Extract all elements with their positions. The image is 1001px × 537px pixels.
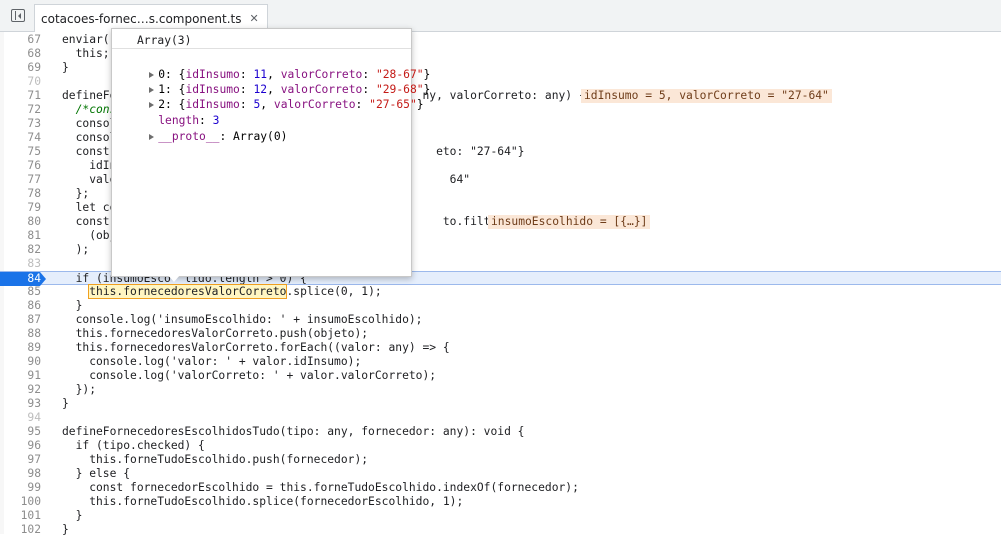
popover-title: Array(3) [112,32,411,49]
code-text: } [62,397,69,410]
line-number[interactable]: 70 [0,75,41,89]
code-text: console.log('insumoEscolhido: ' + insumo… [62,313,423,326]
code-text: this.forneTudoEscolhido.push(fornecedor)… [62,453,369,466]
popover-pointer [168,275,180,282]
inline-value-badge: idInsumo = 5, valorCorreto = "27-64" [581,89,832,103]
code-line[interactable]: 85 this.fornecedoresValorCorreto.splice(… [0,284,1001,299]
line-number[interactable]: 79 [0,201,41,215]
code-text: } [62,509,83,522]
line-number[interactable]: 87 [0,313,41,327]
code-text: idIn [62,159,117,172]
line-number[interactable]: 69 [0,61,41,75]
code-text: enviar() [62,33,117,46]
array-item-1[interactable]: 1: {idInsumo: 12, valorCorreto: "29-68"} [122,69,430,96]
line-number[interactable]: 90 [0,355,41,369]
line-number[interactable]: 97 [0,453,41,467]
line-number[interactable]: 76 [0,159,41,173]
line-number[interactable]: 78 [0,187,41,201]
inline-value-badge: insumoEscolhido = [{…}] [488,215,651,229]
line-number[interactable]: 88 [0,327,41,341]
tab-filename: cotacoes-fornec…s.component.ts [41,11,242,26]
code-text: defineFornecedoresEscolhidosTudo(tipo: a… [62,425,525,438]
navigator-toggle-icon[interactable] [11,9,25,22]
code-text: } [62,61,69,74]
code-line[interactable]: 98 } else { [0,467,1001,481]
code-line[interactable]: 101 } [0,509,1001,523]
line-number[interactable]: 68 [0,47,41,61]
close-icon[interactable]: ✕ [250,12,259,25]
code-line[interactable]: 91 console.log('valorCorreto: ' + valor.… [0,369,1001,383]
code-text: this; [62,47,110,60]
code-text: ); [62,243,90,256]
code-line[interactable]: 87 console.log('insumoEscolhido: ' + ins… [0,313,1001,327]
code-line[interactable]: 86 } [0,299,1001,313]
breakpoint-marker[interactable]: 84 [0,272,46,286]
line-number[interactable]: 86 [0,299,41,313]
line-number[interactable]: 75 [0,145,41,159]
line-number[interactable]: 71 [0,89,41,103]
line-number[interactable]: 83 [0,257,41,271]
code-line[interactable]: 96 if (tipo.checked) { [0,439,1001,453]
code-text: this.fornecedoresValorCorreto.push(objet… [62,327,369,340]
code-text: let co [62,201,117,214]
code-text: }; [62,187,90,200]
code-line[interactable]: 88 this.fornecedoresValorCorreto.push(ob… [0,327,1001,341]
line-number[interactable]: 89 [0,341,41,355]
code-line[interactable]: 89 this.fornecedoresValorCorreto.forEach… [0,341,1001,355]
code-line[interactable]: 100 this.forneTudoEscolhido.splice(forne… [0,495,1001,509]
code-line[interactable]: 95 defineFornecedoresEscolhidosTudo(tipo:… [0,425,1001,439]
code-text: this.fornecedoresValorCorreto.splice(0, … [88,284,382,299]
code-text: consol [62,117,117,130]
code-text: } [62,299,83,312]
code-text: if (tipo.checked) { [62,439,205,452]
line-number[interactable]: 100 [0,495,41,509]
code-line[interactable]: 102} [0,523,1001,537]
code-text: }); [62,383,97,396]
code-text: this.forneTudoEscolhido.splice(fornecedo… [62,495,464,508]
line-number[interactable]: 74 [0,131,41,145]
line-number[interactable]: 92 [0,383,41,397]
expand-triangle-icon[interactable] [149,134,155,140]
line-number[interactable]: 99 [0,481,41,495]
line-number[interactable]: 96 [0,439,41,453]
array-item-0[interactable]: 0: {idInsumo: 11, valorCorreto: "28-67"} [122,54,430,81]
line-number[interactable]: 77 [0,173,41,187]
code-text: consol [62,131,117,144]
line-number[interactable]: 82 [0,243,41,257]
line-number[interactable]: 101 [0,509,41,523]
array-length: length: 3 [158,114,220,127]
line-number[interactable]: 67 [0,33,41,47]
code-text: /*cons [62,103,117,116]
line-number[interactable]: 80 [0,215,41,229]
code-text: console.log('valor: ' + valor.idInsumo); [62,355,362,368]
line-number[interactable]: 81 [0,229,41,243]
code-line[interactable]: 93} [0,397,1001,411]
line-number[interactable]: 91 [0,369,41,383]
line-number[interactable]: 102 [0,523,41,537]
code-line[interactable]: 99 const fornecedorEscolhido = this.forn… [0,481,1001,495]
code-text: (obj [62,229,117,242]
code-text: console.log('valorCorreto: ' + valor.val… [62,369,437,382]
code-text: this.fornecedoresValorCorreto.forEach((v… [62,341,450,354]
line-number[interactable]: 95 [0,425,41,439]
line-number[interactable]: 98 [0,467,41,481]
code-line[interactable]: 97 this.forneTudoEscolhido.push(forneced… [0,453,1001,467]
code-line[interactable]: 90 console.log('valor: ' + valor.idInsum… [0,355,1001,369]
array-item-2[interactable]: 2: {idInsumo: 5, valorCorreto: "27-65"} [122,84,424,111]
line-number[interactable]: 85 [0,285,41,299]
line-number[interactable]: 93 [0,397,41,411]
line-number[interactable]: 73 [0,117,41,131]
object-preview-popover: Array(3) 0: {idInsumo: 11, valorCorreto:… [111,28,430,277]
code-text: } [62,523,69,536]
line-number[interactable]: 72 [0,103,41,117]
hovered-expression[interactable]: this.fornecedoresValorCorreto [88,284,288,299]
code-line[interactable]: 94 [0,411,1001,425]
code-text: } else { [62,467,131,480]
array-proto[interactable]: __proto__: Array(0) [122,116,287,143]
code-line[interactable]: 92 }); [0,383,1001,397]
code-text: const fornecedorEscolhido = this.forneTu… [62,481,579,494]
line-number[interactable]: 94 [0,411,41,425]
